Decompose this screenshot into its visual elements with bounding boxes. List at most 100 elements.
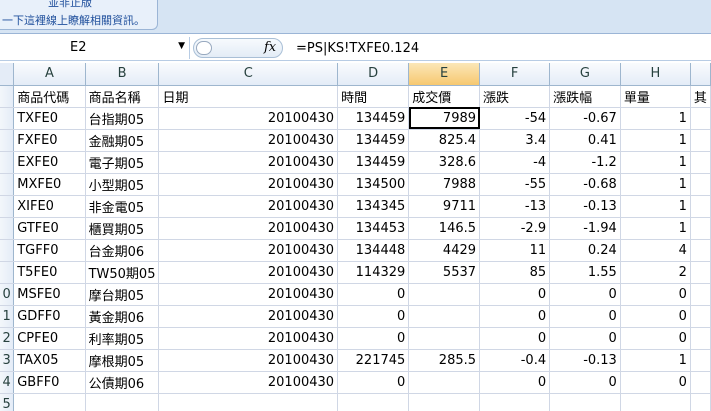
cell[interactable]: FXFE0 xyxy=(13,129,86,152)
row-header[interactable] xyxy=(0,173,15,196)
cell[interactable]: 134500 xyxy=(337,173,410,196)
cell[interactable]: 134459 xyxy=(337,129,410,152)
cell[interactable]: 0.41 xyxy=(549,129,621,152)
cell[interactable]: 成交價 xyxy=(408,85,481,108)
cell[interactable]: -2.9 xyxy=(479,217,551,240)
cell[interactable] xyxy=(408,371,481,394)
cell[interactable]: 商品代碼 xyxy=(13,85,86,108)
cell[interactable] xyxy=(408,283,481,306)
cell[interactable]: MSFE0 xyxy=(13,283,86,306)
cell[interactable]: GDFF0 xyxy=(13,305,86,328)
row-header[interactable]: 4 xyxy=(0,371,15,394)
row-header[interactable]: 2 xyxy=(0,327,15,350)
row-header[interactable] xyxy=(0,107,15,130)
cell[interactable] xyxy=(690,217,711,240)
cell[interactable]: EXFE0 xyxy=(13,151,86,174)
row-header[interactable] xyxy=(0,239,15,262)
expand-handle-icon[interactable] xyxy=(196,41,212,55)
cell[interactable]: -0.4 xyxy=(479,349,551,372)
cell[interactable]: 134459 xyxy=(337,151,410,174)
cell[interactable]: 0 xyxy=(337,327,410,350)
formula-input[interactable]: =PS|KS!TXFE0.124 xyxy=(296,41,419,56)
cell[interactable]: 1 xyxy=(620,129,691,152)
cell[interactable]: 0.24 xyxy=(549,239,621,262)
cell[interactable]: 285.5 xyxy=(408,349,481,372)
cell[interactable]: 1 xyxy=(620,217,691,240)
cell[interactable]: 7989 xyxy=(408,107,481,130)
cell[interactable]: 20100430 xyxy=(158,217,339,240)
cell[interactable]: 小型期05 xyxy=(85,173,160,196)
cell[interactable]: 20100430 xyxy=(158,173,339,196)
row-header[interactable] xyxy=(0,85,15,108)
cell[interactable] xyxy=(690,107,711,130)
cell[interactable]: 漲跌 xyxy=(479,85,551,108)
cell[interactable]: T5FE0 xyxy=(13,261,86,284)
cell[interactable]: 公債期06 xyxy=(85,371,160,394)
cell[interactable]: 114329 xyxy=(337,261,410,284)
cell[interactable]: 11 xyxy=(479,239,551,262)
cell[interactable]: CPFE0 xyxy=(13,327,86,350)
cell[interactable]: XIFE0 xyxy=(13,195,86,218)
cell[interactable]: 利率期05 xyxy=(85,327,160,350)
cell[interactable]: 時間 xyxy=(337,85,410,108)
cell[interactable] xyxy=(13,393,86,411)
row-header[interactable]: 0 xyxy=(0,283,15,306)
spreadsheet-grid[interactable]: ABCDEFGH 商品代碼 商品名稱 日期 時間 成交價 漲跌 漲跌幅 單量其 TXFE0 台指期… xyxy=(0,63,711,411)
column-header-b[interactable]: B xyxy=(85,63,160,86)
cell[interactable]: 20100430 xyxy=(158,129,339,152)
cell[interactable]: 台金期06 xyxy=(85,239,160,262)
cell[interactable]: 0 xyxy=(549,283,621,306)
column-header-partial[interactable] xyxy=(690,63,711,86)
cell[interactable]: 0 xyxy=(337,305,410,328)
cell[interactable]: 1 xyxy=(620,107,691,130)
cell[interactable]: 電子期05 xyxy=(85,151,160,174)
cell[interactable]: 0 xyxy=(620,283,691,306)
cell[interactable]: 221745 xyxy=(337,349,410,372)
cell[interactable] xyxy=(690,129,711,152)
cell[interactable]: 櫃買期05 xyxy=(85,217,160,240)
cell[interactable]: 20100430 xyxy=(158,107,339,130)
cell[interactable]: 1 xyxy=(620,173,691,196)
cell[interactable]: 4429 xyxy=(408,239,481,262)
cell[interactable]: 20100430 xyxy=(158,305,339,328)
cell[interactable] xyxy=(690,393,711,411)
cell[interactable]: GBFF0 xyxy=(13,371,86,394)
cell[interactable]: 其 xyxy=(690,85,711,108)
cell[interactable]: 20100430 xyxy=(158,151,339,174)
cell[interactable]: -0.13 xyxy=(549,349,621,372)
cell[interactable] xyxy=(690,261,711,284)
cell[interactable]: 3.4 xyxy=(479,129,551,152)
cell[interactable]: 85 xyxy=(479,261,551,284)
column-header-h[interactable]: H xyxy=(620,63,691,86)
column-header-d[interactable]: D xyxy=(337,63,410,86)
cell[interactable]: 0 xyxy=(337,371,410,394)
cell[interactable]: -13 xyxy=(479,195,551,218)
cell[interactable]: 4 xyxy=(620,239,691,262)
cell[interactable] xyxy=(158,393,339,411)
cell[interactable] xyxy=(690,239,711,262)
cell[interactable]: 0 xyxy=(479,327,551,350)
cell[interactable]: 0 xyxy=(337,283,410,306)
chevron-down-icon[interactable]: ▼ xyxy=(178,41,185,51)
cell[interactable]: 20100430 xyxy=(158,239,339,262)
cell[interactable] xyxy=(690,195,711,218)
cell[interactable] xyxy=(549,393,621,411)
cell[interactable]: -54 xyxy=(479,107,551,130)
cell[interactable]: 20100430 xyxy=(158,283,339,306)
cell[interactable]: 單量 xyxy=(620,85,691,108)
cell[interactable]: 825.4 xyxy=(408,129,481,152)
cell[interactable] xyxy=(408,327,481,350)
cell[interactable] xyxy=(690,305,711,328)
row-header[interactable]: 3 xyxy=(0,349,15,372)
cell[interactable]: 金融期05 xyxy=(85,129,160,152)
cell[interactable]: TAX05 xyxy=(13,349,86,372)
cell[interactable]: 1 xyxy=(620,349,691,372)
cell[interactable]: -0.68 xyxy=(549,173,621,196)
cell[interactable]: 摩根期05 xyxy=(85,349,160,372)
cell[interactable]: GTFE0 xyxy=(13,217,86,240)
cell[interactable]: 台指期05 xyxy=(85,107,160,130)
cell[interactable]: 0 xyxy=(549,305,621,328)
name-box[interactable]: E2 ▼ xyxy=(0,37,190,59)
cell[interactable]: 134459 xyxy=(337,107,410,130)
notice-line-2[interactable]: 一下這裡線上瞭解相關資訊。 xyxy=(2,12,145,28)
